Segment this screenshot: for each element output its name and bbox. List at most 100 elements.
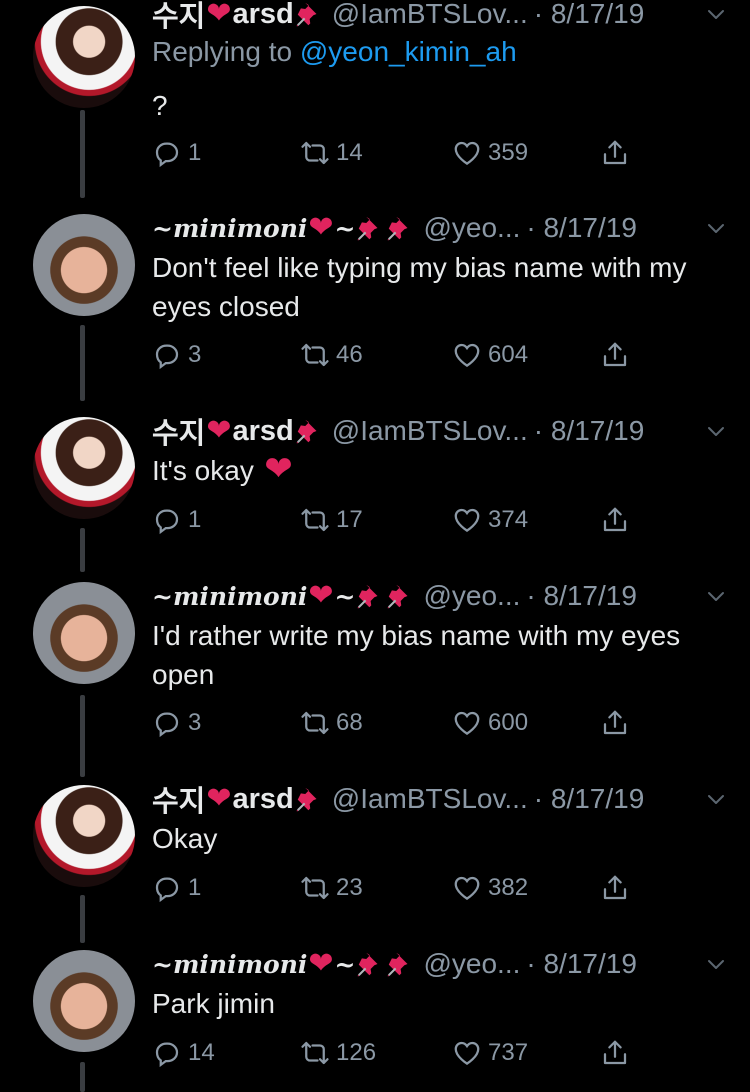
reply-button[interactable]: 14 bbox=[152, 1038, 215, 1068]
display-name[interactable]: 수지 ❤ arsd bbox=[152, 410, 324, 452]
share-button[interactable] bbox=[600, 138, 630, 168]
retweet-count: 68 bbox=[336, 709, 363, 736]
thread-line bbox=[80, 528, 85, 572]
chevron-down-icon[interactable] bbox=[704, 2, 728, 26]
retweet-button[interactable]: 68 bbox=[300, 708, 363, 738]
share-button[interactable] bbox=[600, 340, 630, 370]
reply-count: 1 bbox=[188, 139, 202, 166]
display-name-suffix[interactable]: ~ bbox=[335, 214, 356, 243]
chevron-down-icon[interactable] bbox=[704, 952, 728, 976]
retweet-icon bbox=[300, 1038, 330, 1068]
red-heart-emoji-icon: ❤ bbox=[308, 211, 334, 244]
like-button[interactable]: 737 bbox=[452, 1038, 528, 1068]
display-name[interactable]: 수지 ❤ arsd bbox=[152, 778, 324, 820]
display-name-text[interactable]: ~minimoni bbox=[152, 950, 307, 979]
display-name[interactable]: 수지 ❤ arsd bbox=[152, 0, 324, 35]
display-name-text[interactable]: 수지 bbox=[152, 410, 205, 452]
heart-outline-icon bbox=[452, 505, 482, 535]
reply-button[interactable]: 1 bbox=[152, 138, 201, 168]
replying-to-link[interactable]: @yeon_kimin_ah bbox=[300, 36, 517, 67]
red-heart-emoji-icon: ❤ bbox=[308, 579, 334, 612]
avatar[interactable] bbox=[33, 582, 135, 684]
tweet-text: ? bbox=[152, 86, 710, 125]
share-button[interactable] bbox=[600, 1038, 630, 1068]
tweet-text-content: It's okay bbox=[152, 455, 254, 486]
display-name[interactable]: ~minimoni ❤ ~ bbox=[152, 213, 415, 243]
display-name-suffix[interactable]: arsd bbox=[233, 0, 294, 31]
chevron-down-icon[interactable] bbox=[704, 584, 728, 608]
red-heart-emoji-icon: ❤ bbox=[206, 0, 232, 30]
tweet-header: 수지 ❤ arsd @IamBTSLov... · 8/17/19 bbox=[152, 779, 728, 819]
reply-button[interactable]: 1 bbox=[152, 873, 201, 903]
avatar[interactable] bbox=[33, 417, 135, 519]
reply-button[interactable]: 1 bbox=[152, 505, 201, 535]
chevron-down-icon[interactable] bbox=[704, 216, 728, 240]
user-handle[interactable]: @IamBTSLov... bbox=[332, 0, 528, 30]
user-handle[interactable]: @IamBTSLov... bbox=[332, 415, 528, 447]
tweet-text: It's okay ❤ bbox=[152, 451, 710, 490]
pushpin-emoji-icon bbox=[385, 213, 415, 243]
like-button[interactable]: 604 bbox=[452, 340, 528, 370]
display-name[interactable]: ~minimoni ❤ ~ bbox=[152, 581, 415, 611]
avatar[interactable] bbox=[33, 6, 135, 108]
share-button[interactable] bbox=[600, 505, 630, 535]
reply-button[interactable]: 3 bbox=[152, 708, 201, 738]
like-count: 359 bbox=[488, 139, 529, 166]
tweet-timestamp[interactable]: · 8/17/19 bbox=[526, 212, 637, 244]
display-name-text[interactable]: 수지 bbox=[152, 778, 205, 820]
like-count: 604 bbox=[488, 341, 529, 368]
display-name-suffix[interactable]: arsd bbox=[233, 415, 294, 448]
tweet-header: ~minimoni ❤ ~ @yeo... · 8/17/19 bbox=[152, 576, 728, 616]
user-handle[interactable]: @yeo... bbox=[423, 580, 520, 612]
share-button[interactable] bbox=[600, 873, 630, 903]
pushpin-emoji-icon bbox=[385, 581, 415, 611]
display-name-text[interactable]: ~minimoni bbox=[152, 214, 307, 243]
reply-button[interactable]: 3 bbox=[152, 340, 201, 370]
avatar[interactable] bbox=[33, 785, 135, 887]
display-name[interactable]: ~minimoni ❤ ~ bbox=[152, 949, 415, 979]
red-heart-emoji-icon: ❤ bbox=[206, 782, 232, 815]
retweet-button[interactable]: 14 bbox=[300, 138, 363, 168]
display-name-text[interactable]: ~minimoni bbox=[152, 582, 307, 611]
chevron-down-icon[interactable] bbox=[704, 787, 728, 811]
display-name-text[interactable]: 수지 bbox=[152, 0, 205, 35]
retweet-button[interactable]: 126 bbox=[300, 1038, 376, 1068]
tweet-timestamp[interactable]: · 8/17/19 bbox=[534, 415, 645, 447]
display-name-suffix[interactable]: ~ bbox=[335, 582, 356, 611]
pushpin-emoji-icon bbox=[385, 949, 415, 979]
heart-outline-icon bbox=[452, 138, 482, 168]
tweet-timestamp[interactable]: · 8/17/19 bbox=[534, 783, 645, 815]
tweet-timestamp[interactable]: · 8/17/19 bbox=[526, 948, 637, 980]
like-button[interactable]: 359 bbox=[452, 138, 528, 168]
tweet-timestamp[interactable]: · 8/17/19 bbox=[534, 0, 645, 30]
heart-outline-icon bbox=[452, 873, 482, 903]
user-handle[interactable]: @yeo... bbox=[423, 948, 520, 980]
pushpin-emoji-icon bbox=[355, 949, 385, 979]
user-handle[interactable]: @yeo... bbox=[423, 212, 520, 244]
display-name-suffix[interactable]: arsd bbox=[233, 783, 294, 816]
chevron-down-icon[interactable] bbox=[704, 419, 728, 443]
like-count: 737 bbox=[488, 1039, 529, 1066]
reply-icon bbox=[152, 505, 182, 535]
tweet-timestamp[interactable]: · 8/17/19 bbox=[526, 580, 637, 612]
reply-icon bbox=[152, 138, 182, 168]
retweet-count: 17 bbox=[336, 506, 363, 533]
like-button[interactable]: 382 bbox=[452, 873, 528, 903]
thread-line bbox=[80, 325, 85, 401]
display-name-suffix[interactable]: ~ bbox=[335, 950, 356, 979]
share-button[interactable] bbox=[600, 708, 630, 738]
avatar[interactable] bbox=[33, 950, 135, 1052]
retweet-button[interactable]: 23 bbox=[300, 873, 363, 903]
tweet-actions: 14 126 737 bbox=[152, 1036, 632, 1070]
retweet-count: 23 bbox=[336, 874, 363, 901]
retweet-button[interactable]: 17 bbox=[300, 505, 363, 535]
like-button[interactable]: 600 bbox=[452, 708, 528, 738]
tweet-header: 수지 ❤ arsd @IamBTSLov... · 8/17/19 bbox=[152, 0, 728, 34]
retweet-button[interactable]: 46 bbox=[300, 340, 363, 370]
share-icon bbox=[600, 708, 630, 738]
tweet-text-content: Park jimin bbox=[152, 988, 275, 1019]
avatar[interactable] bbox=[33, 214, 135, 316]
like-button[interactable]: 374 bbox=[452, 505, 528, 535]
user-handle[interactable]: @IamBTSLov... bbox=[332, 783, 528, 815]
retweet-icon bbox=[300, 340, 330, 370]
